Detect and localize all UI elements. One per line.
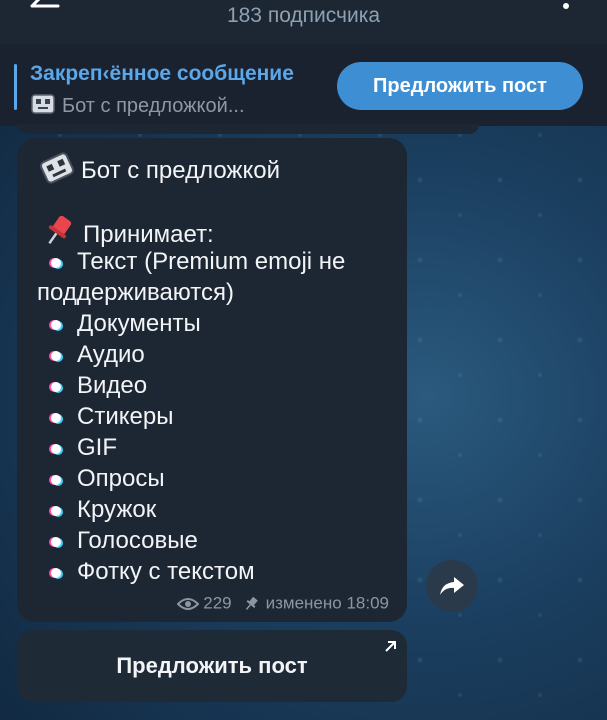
bullet-icon <box>51 506 61 516</box>
message-heading: Бот с предложкой <box>39 152 280 185</box>
list-item: Текст (Premium emoji не поддерживаются) <box>37 246 397 308</box>
bullet-icon <box>51 351 61 361</box>
accepts-text: Принимает: <box>83 221 214 248</box>
subscriber-count: 183 подписчика <box>226 4 381 27</box>
pinned-message-bar[interactable]: Закреп‹ённое сообщение Бот с предложкой.… <box>0 44 607 126</box>
list-item-continuation: поддерживаются) <box>37 279 234 306</box>
share-button[interactable] <box>426 560 478 612</box>
bullet-icon <box>51 568 61 578</box>
robot-icon <box>39 152 75 184</box>
pinned-title: Закреп‹ённое сообщение <box>30 62 294 85</box>
pinned-preview-text: Бот с предложкой... <box>62 95 245 117</box>
external-link-icon <box>385 641 396 652</box>
message-meta: 229 изменено 18:09 <box>177 593 389 614</box>
message-bubble[interactable]: Бот с предложкой Принимает: Текст (Premi… <box>17 138 407 622</box>
bullet-icon <box>51 320 61 330</box>
robot-icon <box>31 94 55 114</box>
list-item: GIF <box>37 432 397 463</box>
bullet-icon <box>51 382 61 392</box>
inline-suggest-post-button[interactable]: Предложить пост <box>17 630 407 702</box>
bullet-icon <box>51 258 61 268</box>
share-icon <box>440 577 464 595</box>
bullet-icon <box>51 537 61 547</box>
list-item: Стикеры <box>37 401 397 432</box>
heading-text: Бот с предложкой <box>81 157 280 184</box>
list-item: Голосовые <box>37 525 397 556</box>
bullet-icon <box>51 413 61 423</box>
list-item: Аудио <box>37 339 397 370</box>
list-item: Кружок <box>37 494 397 525</box>
bullet-icon <box>51 475 61 485</box>
pinned-indicator <box>14 64 17 110</box>
edited-label: изменено 18:09 <box>265 594 389 613</box>
pushpin-icon <box>48 215 72 245</box>
chat-header: 183 подписчика <box>0 0 607 44</box>
accepts-line: Принимает: <box>39 214 214 249</box>
pinned-preview: Бот с предложкой... <box>30 92 245 118</box>
previous-bubble-edge <box>17 124 479 134</box>
views-count: 229 <box>203 594 232 613</box>
list-item: Опросы <box>37 463 397 494</box>
eye-icon <box>177 598 200 610</box>
list-item: Видео <box>37 370 397 401</box>
accepted-types-list: Текст (Premium emoji не поддерживаются) … <box>37 246 397 587</box>
bullet-icon <box>51 444 61 454</box>
suggest-post-button[interactable]: Предложить пост <box>337 62 583 110</box>
more-vertical-icon[interactable] <box>556 0 576 20</box>
list-item: Документы <box>37 308 397 339</box>
inline-button-label: Предложить пост <box>116 653 308 678</box>
pin-icon <box>245 596 258 610</box>
list-item: Фотку с текстом <box>37 556 397 587</box>
